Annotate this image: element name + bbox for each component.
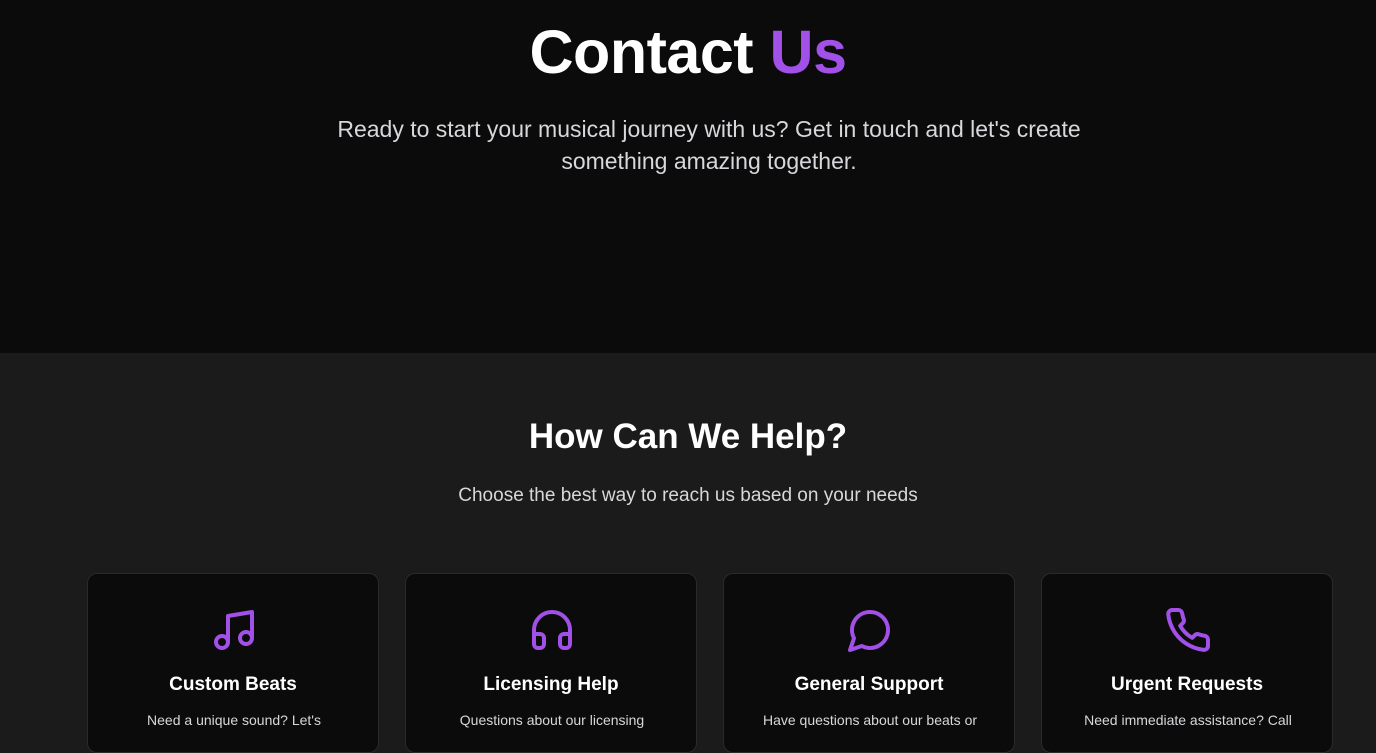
help-title: How Can We Help? — [528, 417, 848, 456]
card-title: Urgent Requests — [1110, 674, 1264, 695]
page-title: Contact Us — [0, 16, 1376, 88]
hero-section: Contact Us Ready to start your musical j… — [0, 0, 1376, 353]
page-title-accent: Us — [769, 18, 847, 86]
headphones-icon — [528, 606, 576, 654]
card-urgent-requests[interactable]: Urgent Requests Need immediate assistanc… — [1041, 573, 1333, 753]
card-general-support[interactable]: General Support Have questions about our… — [723, 573, 1015, 753]
hero-subtitle: Ready to start your musical journey with… — [337, 116, 1081, 174]
phone-icon — [1164, 606, 1212, 654]
card-custom-beats[interactable]: Custom Beats Need a unique sound? Let's — [87, 573, 379, 753]
help-section: How Can We Help? Choose the best way to … — [0, 353, 1376, 753]
card-description: Questions about our licensing — [459, 712, 645, 728]
page-title-main: Contact — [529, 18, 754, 86]
card-description: Have questions about our beats or — [762, 712, 978, 728]
chat-bubble-icon — [846, 606, 894, 654]
help-subtitle: Choose the best way to reach us based on… — [458, 485, 918, 506]
card-title: General Support — [794, 674, 944, 695]
card-licensing-help[interactable]: Licensing Help Questions about our licen… — [405, 573, 697, 753]
card-description: Need immediate assistance? Call — [1084, 712, 1292, 728]
music-note-icon — [210, 606, 258, 654]
card-title: Licensing Help — [483, 674, 619, 695]
card-title: Custom Beats — [169, 674, 297, 695]
card-description: Need a unique sound? Let's — [147, 712, 321, 728]
